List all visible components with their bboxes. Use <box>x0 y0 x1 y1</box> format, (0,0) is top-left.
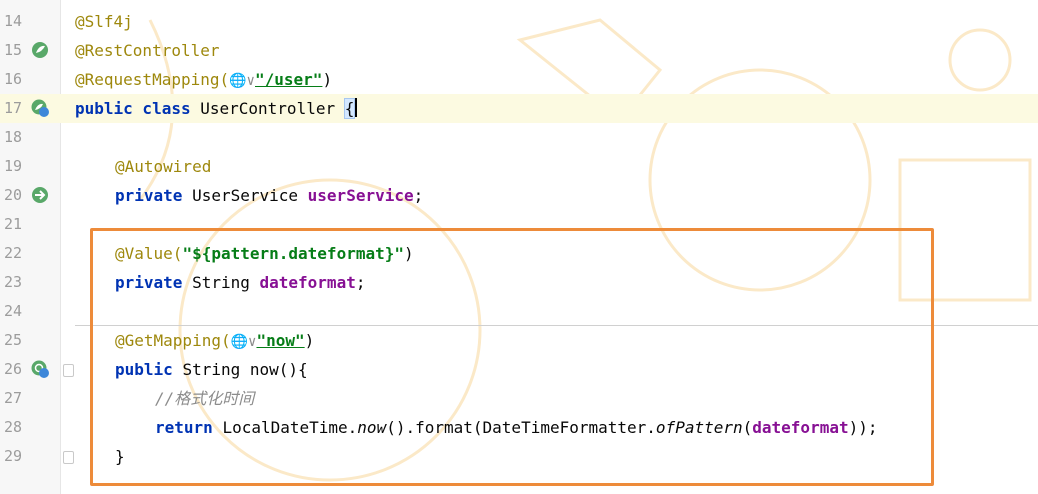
line-number: 19 <box>4 157 23 175</box>
line-number: 15 <box>4 41 23 59</box>
url-link[interactable]: "now" <box>256 331 304 350</box>
code-line: 29 } <box>0 442 1038 471</box>
code-line: 20 private UserService userService; <box>0 181 1038 210</box>
globe-icon[interactable]: 🌐∨ <box>229 73 255 89</box>
line-number: 25 <box>4 331 23 349</box>
code-text[interactable]: return LocalDateTime.now().format(DateTi… <box>155 413 878 442</box>
code-line: 15 @RestController <box>0 36 1038 65</box>
line-number: 24 <box>4 302 23 320</box>
code-text[interactable]: public class UserController { <box>75 94 358 123</box>
mapping-icon[interactable] <box>30 359 50 379</box>
line-number: 29 <box>4 447 23 465</box>
code-line: 22 @Value("${pattern.dateformat}") <box>0 239 1038 268</box>
line-number: 21 <box>4 215 23 233</box>
code-line: 16 @RequestMapping(🌐∨"/user") <box>0 65 1038 94</box>
code-line: 24 <box>0 297 1038 326</box>
code-line: 19 @Autowired <box>0 152 1038 181</box>
code-line: 25 @GetMapping(🌐∨"now") <box>0 326 1038 355</box>
autowired-bean-icon[interactable] <box>30 185 50 205</box>
globe-icon[interactable]: 🌐∨ <box>231 334 257 350</box>
code-line: 21 <box>0 210 1038 239</box>
code-line: 27 //格式化时间 <box>0 384 1038 413</box>
code-text[interactable]: //格式化时间 <box>155 384 254 413</box>
line-number: 17 <box>4 99 23 117</box>
line-number: 20 <box>4 186 23 204</box>
code-editor[interactable]: 14 @Slf4j 15 @RestController 16 @Request… <box>0 0 1038 494</box>
line-number: 23 <box>4 273 23 291</box>
line-number: 16 <box>4 70 23 88</box>
code-line: 14 @Slf4j <box>0 7 1038 36</box>
line-number: 28 <box>4 418 23 436</box>
fold-marker[interactable] <box>63 451 74 464</box>
line-number: 26 <box>4 360 23 378</box>
code-text[interactable]: @RequestMapping(🌐∨"/user") <box>75 65 332 94</box>
code-text[interactable]: private UserService userService; <box>115 181 423 210</box>
code-line: 23 private String dateformat; <box>0 268 1038 297</box>
code-text[interactable]: private String dateformat; <box>115 268 365 297</box>
line-number: 18 <box>4 128 23 146</box>
code-line: 26 public String now(){ <box>0 355 1038 384</box>
code-text[interactable]: @GetMapping(🌐∨"now") <box>115 326 314 355</box>
code-text[interactable]: } <box>115 442 125 471</box>
code-text[interactable]: @Autowired <box>115 152 211 181</box>
current-code-line: 17 public class UserController { <box>0 94 1038 123</box>
line-number: 27 <box>4 389 23 407</box>
code-text[interactable]: public String now(){ <box>115 355 308 384</box>
code-text[interactable]: @Slf4j <box>75 7 133 36</box>
code-text[interactable]: @RestController <box>75 36 220 65</box>
code-text[interactable]: @Value("${pattern.dateformat}") <box>115 239 414 268</box>
code-line: 28 return LocalDateTime.now().format(Dat… <box>0 413 1038 442</box>
fold-marker[interactable] <box>63 364 74 377</box>
url-link[interactable]: "/user" <box>255 70 322 89</box>
line-number: 22 <box>4 244 23 262</box>
bean-class-icon[interactable] <box>30 98 50 118</box>
line-number: 14 <box>4 12 23 30</box>
bean-icon[interactable] <box>30 40 50 60</box>
text-caret <box>355 98 358 117</box>
code-line: 18 <box>0 123 1038 152</box>
